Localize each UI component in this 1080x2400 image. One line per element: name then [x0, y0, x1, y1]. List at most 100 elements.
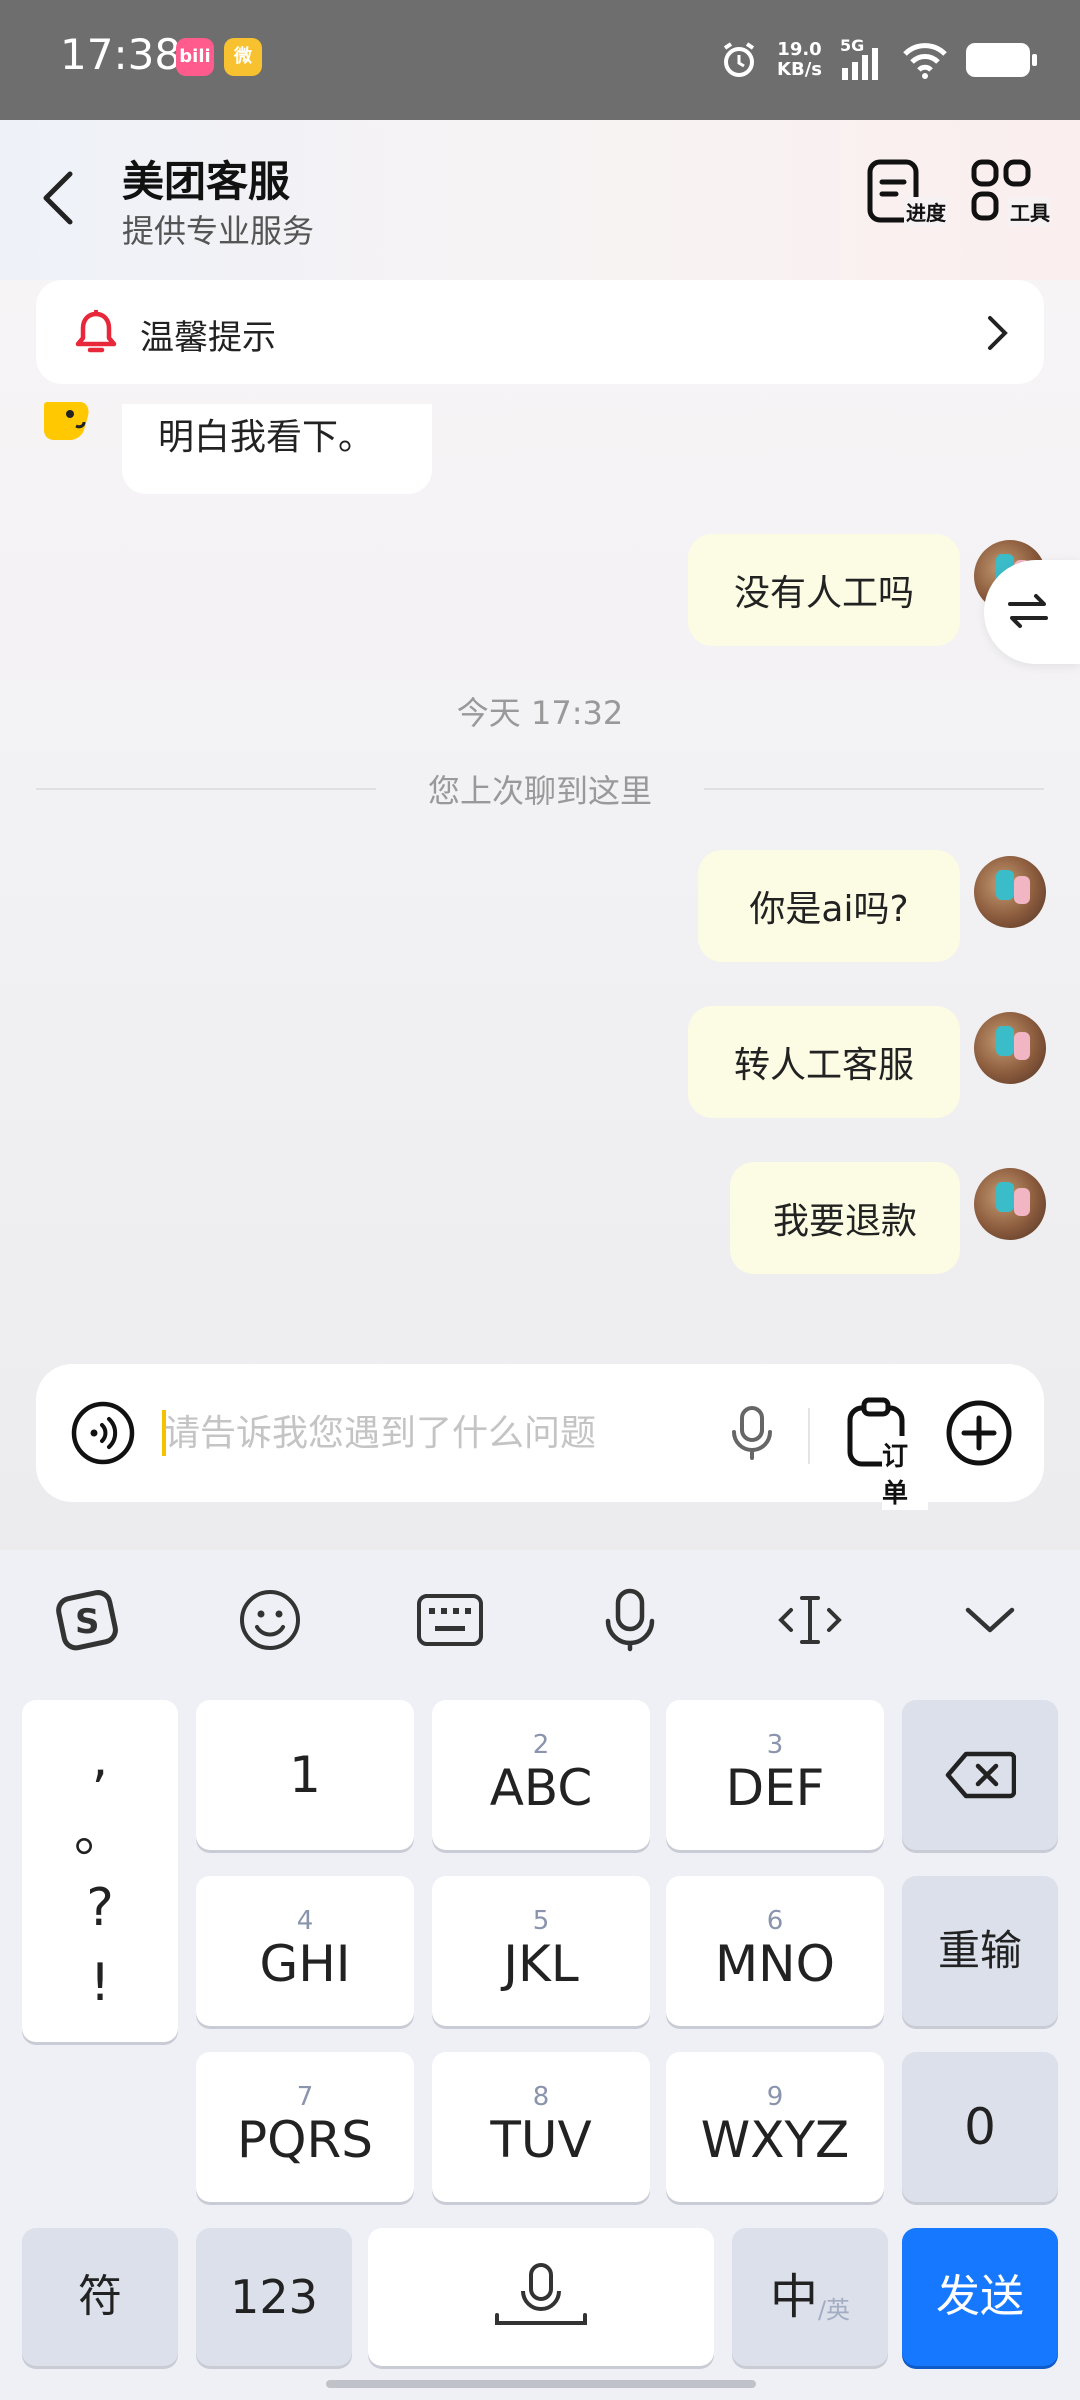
key-label: 0: [964, 2098, 996, 2156]
voice-input-icon[interactable]: [594, 1584, 666, 1656]
language-switch-key[interactable]: 中 /英: [732, 2228, 888, 2366]
keyboard-layout-icon[interactable]: [414, 1584, 486, 1656]
notice-text: 温馨提示: [140, 318, 276, 358]
chevron-right-icon: [988, 316, 1008, 350]
key-label: JKL: [503, 1935, 579, 1993]
cell-signal-icon: 5G: [840, 36, 884, 82]
key-label: DEF: [725, 1759, 825, 1817]
keyboard: S , 。 ? ! 1 2 ABC 3 DEF 4 GHI 5 JKL 6 MN…: [0, 1550, 1080, 2400]
key-1[interactable]: 1: [196, 1700, 414, 1850]
emoji-icon[interactable]: [234, 1584, 306, 1656]
back-arrow-icon[interactable]: [36, 168, 80, 228]
key-number: 5: [532, 1906, 550, 1936]
bot-message-text: 明白我看下。: [158, 417, 375, 458]
bot-message: 明白我看下。: [122, 404, 432, 494]
key-label: WXYZ: [700, 2111, 850, 2169]
send-button[interactable]: 发送: [902, 2228, 1058, 2366]
punct-comma[interactable]: ,: [92, 1729, 109, 1789]
plus-icon[interactable]: [944, 1398, 1014, 1468]
user-message-text: 没有人工吗: [733, 573, 914, 614]
user-message: 没有人工吗: [688, 534, 960, 646]
key-label: PQRS: [237, 2111, 373, 2169]
bilibili-icon: bili: [176, 38, 214, 76]
key-label: 发送: [936, 2271, 1024, 2322]
key-number: 7: [296, 2082, 314, 2112]
key-label: GHI: [259, 1935, 351, 1993]
user-message: 我要退款: [730, 1162, 960, 1274]
punct-period[interactable]: 。: [74, 1804, 126, 1864]
microphone-icon[interactable]: [730, 1404, 774, 1462]
key-pqrs[interactable]: 7 PQRS: [196, 2052, 414, 2202]
home-indicator[interactable]: [326, 2380, 756, 2388]
chat-header: 美团客服 提供专业服务 进度 工具: [0, 120, 1080, 280]
key-jkl[interactable]: 5 JKL: [432, 1876, 650, 2026]
keyboard-toolbar: S: [0, 1550, 1080, 1690]
message-input-bar: 订单: [36, 1364, 1044, 1510]
reenter-key[interactable]: 重输: [902, 1876, 1058, 2026]
timestamp: 今天 17:32: [456, 694, 624, 732]
numbers-key[interactable]: 123: [196, 2228, 352, 2366]
tools-label: 工具: [1008, 197, 1052, 226]
space-key[interactable]: [368, 2228, 714, 2366]
key-label: 中: [769, 2269, 818, 2325]
message-input[interactable]: [164, 1404, 724, 1462]
backspace-key[interactable]: [902, 1700, 1058, 1850]
notice-banner[interactable]: 温馨提示: [36, 280, 1044, 384]
key-number: 3: [766, 1730, 784, 1760]
svg-text:S: S: [75, 1602, 100, 1642]
switch-button[interactable]: [984, 560, 1080, 664]
alarm-icon: [723, 42, 755, 77]
user-message-text: 转人工客服: [733, 1045, 914, 1086]
key-tuv[interactable]: 8 TUV: [432, 2052, 650, 2202]
key-def[interactable]: 3 DEF: [666, 1700, 884, 1850]
punct-question[interactable]: ?: [86, 1878, 114, 1938]
order-button[interactable]: 订单: [844, 1396, 928, 1510]
voice-mode-icon[interactable]: [70, 1400, 136, 1466]
key-number: 8: [532, 2082, 550, 2112]
key-label: 符: [78, 2271, 122, 2322]
divider-line-right: [704, 788, 1044, 790]
punct-exclaim[interactable]: !: [90, 1953, 111, 2013]
key-number: 9: [766, 2082, 784, 2112]
collapse-keyboard-icon[interactable]: [954, 1584, 1026, 1656]
user-avatar[interactable]: [974, 856, 1046, 928]
wifi-icon: [903, 43, 947, 79]
backspace-icon: [945, 1751, 1016, 1799]
key-number: 4: [296, 1906, 314, 1936]
key-label: 重输: [937, 1926, 1022, 1975]
sogou-logo-icon[interactable]: S: [52, 1584, 124, 1656]
input-separator: [808, 1408, 810, 1464]
swap-arrows-icon: [1008, 594, 1048, 628]
user-message-text: 我要退款: [772, 1201, 917, 1242]
symbols-key[interactable]: 符: [22, 2228, 178, 2366]
status-indicators: 19.0 KB/s 5G: [719, 30, 1037, 90]
key-ghi[interactable]: 4 GHI: [196, 1876, 414, 2026]
user-message: 你是ai吗?: [698, 850, 960, 962]
key-label: ABC: [489, 1759, 593, 1817]
key-0[interactable]: 0: [902, 2052, 1058, 2202]
key-label: TUV: [490, 2111, 592, 2169]
progress-button[interactable]: 进度: [864, 156, 948, 236]
page-subtitle: 提供专业服务: [122, 212, 315, 250]
cursor-move-icon[interactable]: [774, 1584, 846, 1656]
bell-icon: [75, 310, 117, 353]
key-label: MNO: [715, 1935, 835, 1993]
user-avatar[interactable]: [974, 1168, 1046, 1240]
key-mno[interactable]: 6 MNO: [666, 1876, 884, 2026]
bot-avatar: [44, 402, 89, 440]
key-number: 2: [532, 1730, 550, 1760]
user-message: 转人工客服: [688, 1006, 960, 1118]
space-mic-icon: [495, 2263, 587, 2325]
chat-area[interactable]: 温馨提示 明白我看下。 没有人工吗 今天 17:32 您上次聊到这里 你是ai吗…: [0, 280, 1080, 1550]
order-label: 订单: [882, 1436, 928, 1510]
page-title: 美团客服: [122, 157, 291, 206]
user-avatar[interactable]: [974, 1012, 1046, 1084]
progress-label: 进度: [904, 197, 948, 226]
key-wxyz[interactable]: 9 WXYZ: [666, 2052, 884, 2202]
weibo-icon: 微: [224, 38, 262, 76]
punctuation-key[interactable]: , 。 ? !: [22, 1700, 178, 2042]
tools-button[interactable]: 工具: [968, 156, 1052, 236]
key-sublabel: /英: [817, 2295, 851, 2324]
status-time: 17:38: [60, 30, 182, 79]
key-abc[interactable]: 2 ABC: [432, 1700, 650, 1850]
